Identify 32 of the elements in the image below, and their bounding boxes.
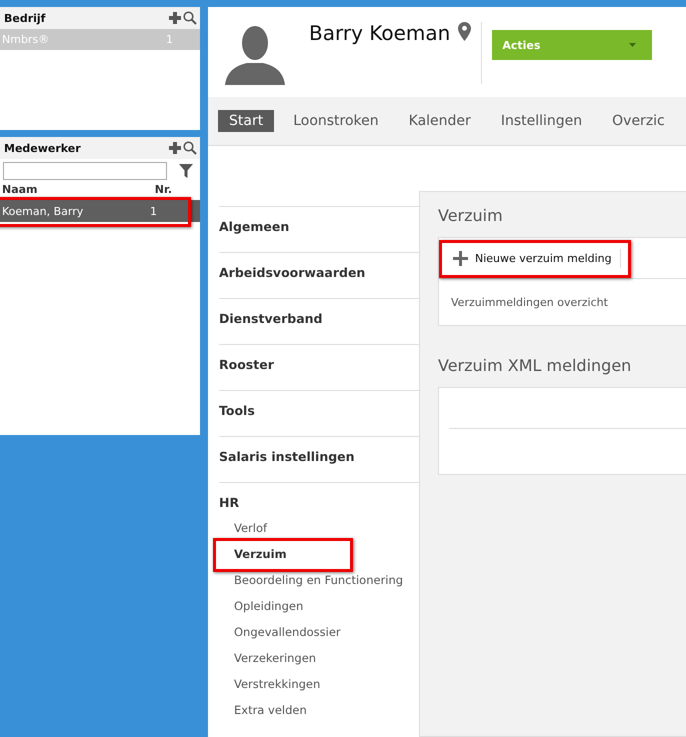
column-header: Naam	[2, 183, 38, 196]
tab[interactable]: Overzic	[601, 110, 676, 132]
column-header: Nr.	[154, 183, 172, 196]
overview-link[interactable]: Verzuimmeldingen overzicht	[451, 296, 608, 308]
tab[interactable]: Instellingen	[490, 110, 594, 132]
location-pin-icon[interactable]	[458, 22, 472, 41]
section-title: Verzuim XML meldingen	[438, 356, 632, 375]
submenu-item[interactable]: Ongevallendossier	[219, 621, 419, 647]
tab[interactable]: Start	[218, 110, 274, 132]
panel-title: Medewerker	[4, 142, 82, 154]
caret-icon	[629, 43, 636, 47]
submenu-item[interactable]: Opleidingen	[219, 595, 419, 621]
submenu-item[interactable]: Verzuim	[219, 543, 419, 569]
submenu-item[interactable]: Verstrekkingen	[219, 673, 419, 699]
plus-icon	[453, 250, 468, 266]
tab[interactable]: Kalender	[398, 110, 482, 132]
panel-title: Bedrijf	[4, 12, 46, 24]
submenu-item[interactable]: Verzekeringen	[219, 647, 419, 673]
section-title: Verzuim	[438, 206, 504, 225]
filter-icon[interactable]	[179, 164, 193, 178]
add-icon[interactable]	[169, 12, 181, 24]
avatar-icon	[225, 23, 285, 85]
tab[interactable]: Loonstroken	[282, 110, 390, 132]
submenu-item[interactable]: Verlof	[219, 517, 419, 543]
employee-row[interactable]: Koeman, Barry 1	[0, 200, 200, 222]
employee-name: Barry Koeman	[309, 21, 450, 45]
submenu-item[interactable]: Extra velden	[219, 699, 419, 725]
search-icon[interactable]	[183, 141, 197, 155]
search-field[interactable]	[3, 162, 167, 180]
search-icon[interactable]	[183, 11, 197, 25]
submenu-item[interactable]: Beoordeling en Functionering	[219, 569, 419, 595]
add-icon[interactable]	[169, 142, 181, 154]
